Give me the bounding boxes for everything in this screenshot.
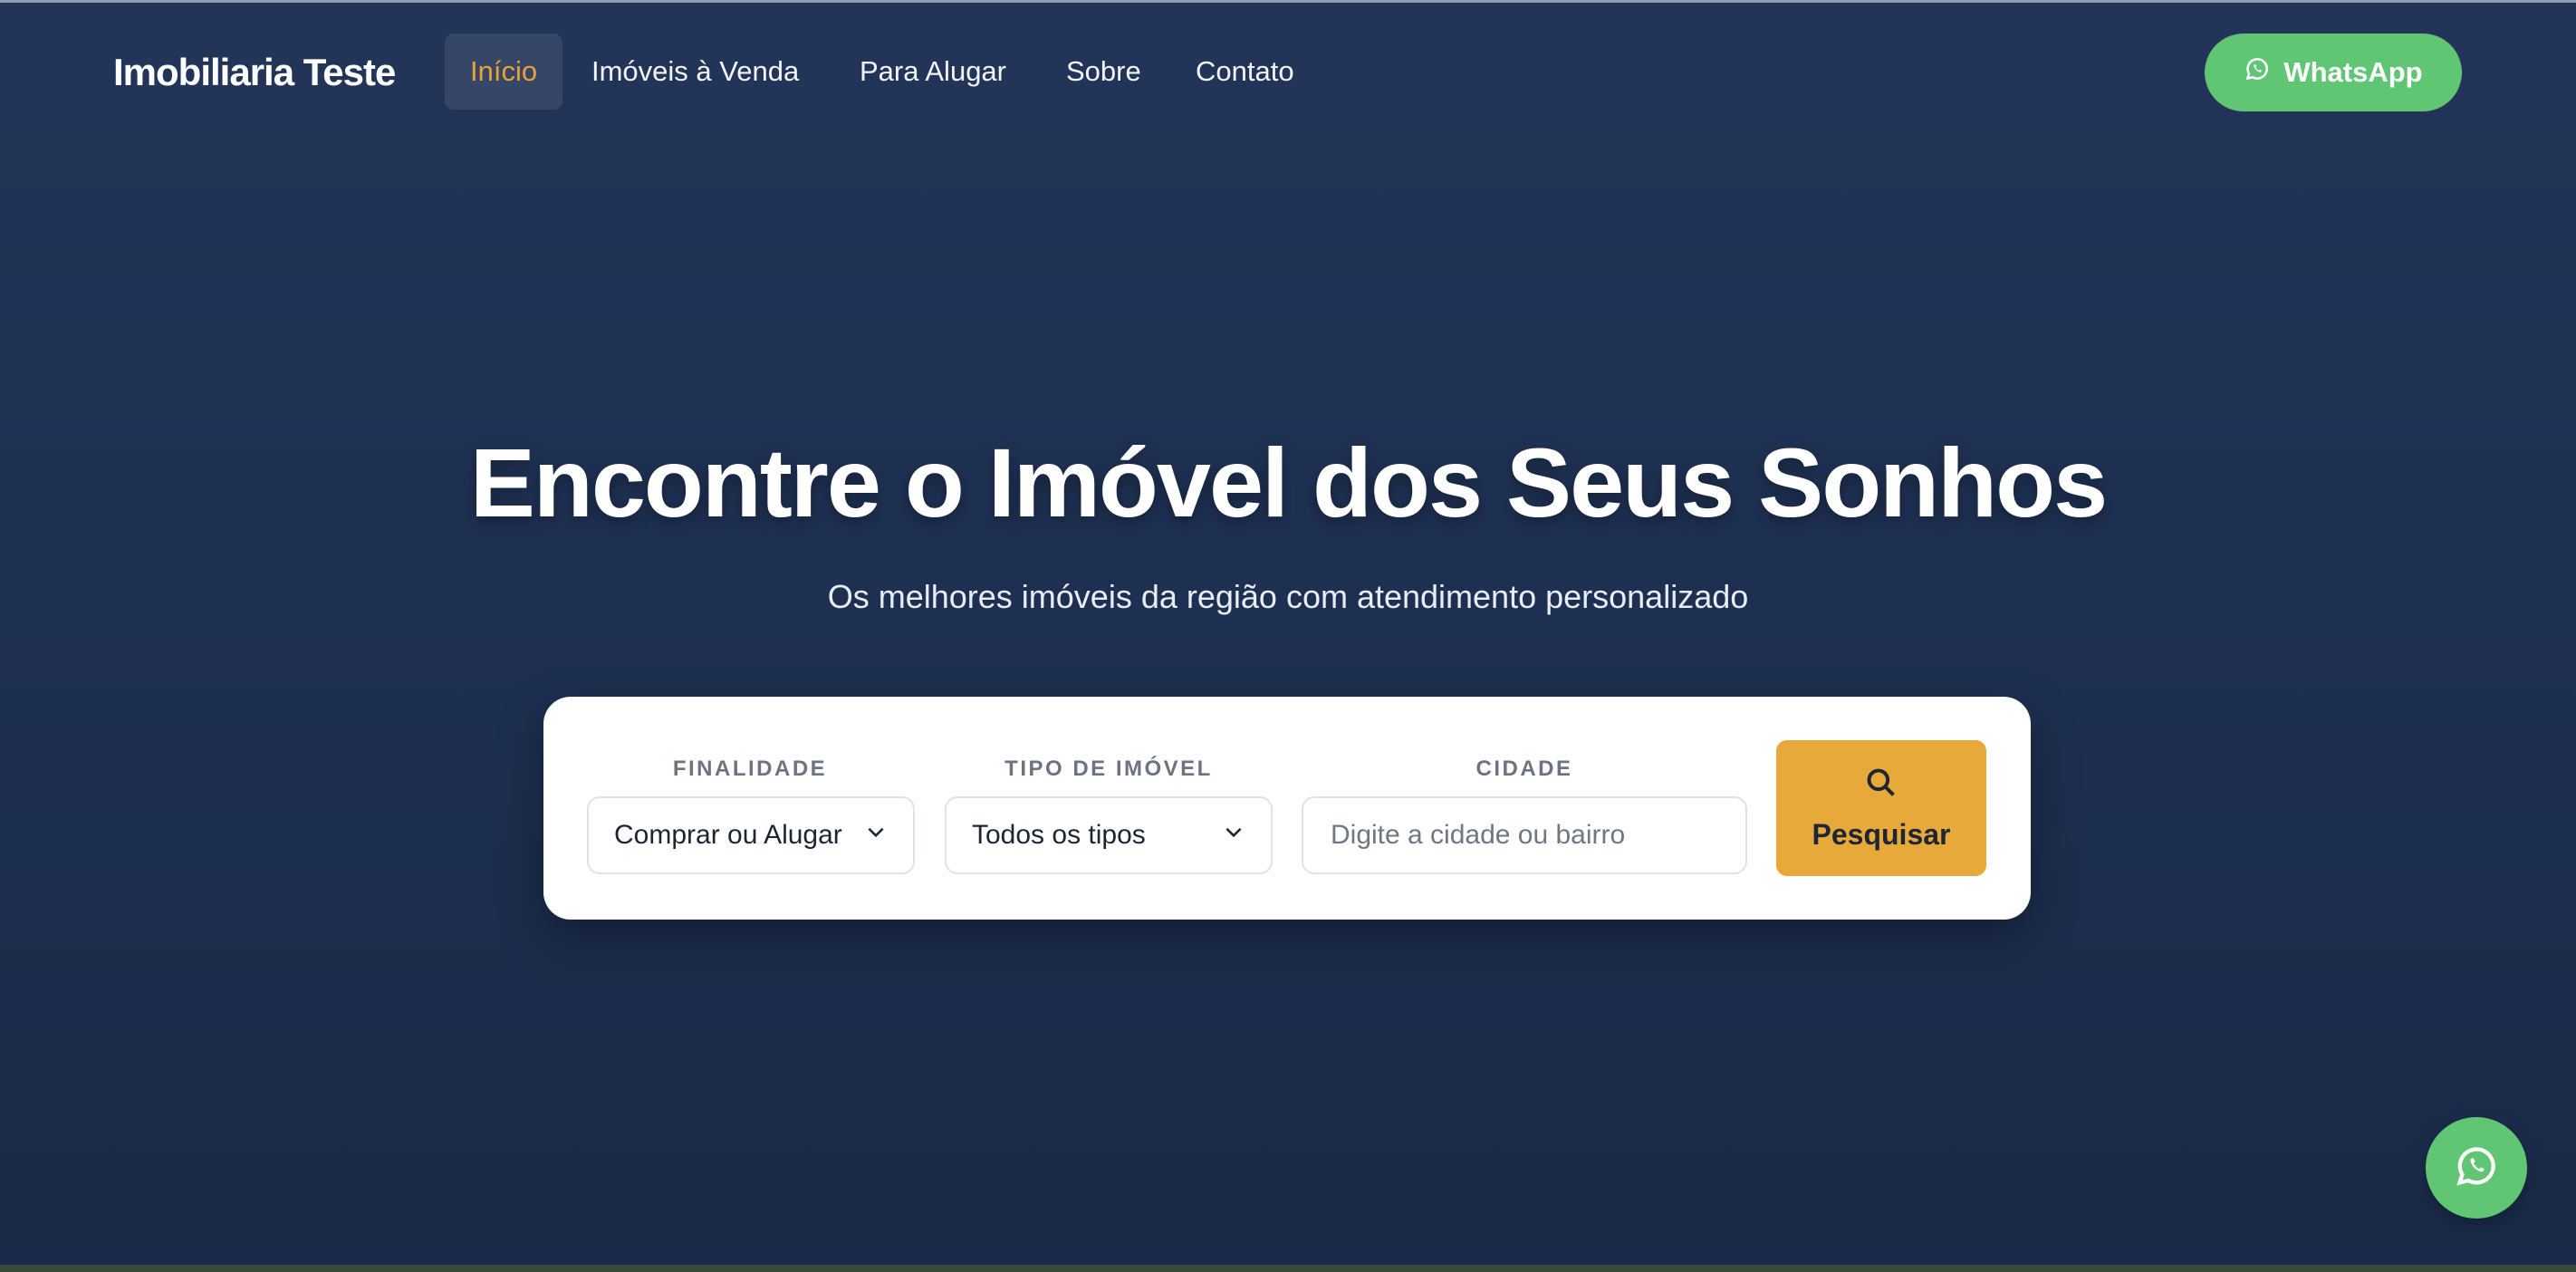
cidade-label: CIDADE bbox=[1475, 756, 1573, 781]
search-button[interactable]: Pesquisar bbox=[1776, 740, 1986, 876]
hero-subtitle: Os melhores imóveis da região com atendi… bbox=[827, 578, 1749, 615]
page-bottom-edge bbox=[0, 1265, 2576, 1272]
brand-logo[interactable]: Imobiliaria Teste bbox=[113, 51, 396, 94]
nav-link-imoveis-venda[interactable]: Imóveis à Venda bbox=[591, 34, 799, 110]
nav-link-inicio[interactable]: Início bbox=[445, 34, 563, 110]
chevron-down-icon bbox=[864, 820, 888, 851]
finalidade-select[interactable]: Comprar ou Alugar bbox=[587, 796, 915, 874]
nav-link-sobre[interactable]: Sobre bbox=[1066, 34, 1141, 110]
cidade-input[interactable]: Digite a cidade ou bairro bbox=[1302, 796, 1747, 874]
whatsapp-button-label: WhatsApp bbox=[2283, 56, 2423, 88]
whatsapp-icon bbox=[2453, 1142, 2500, 1194]
whatsapp-button[interactable]: WhatsApp bbox=[2205, 34, 2462, 111]
nav-link-para-alugar[interactable]: Para Alugar bbox=[860, 34, 1006, 110]
search-form: FINALIDADE Comprar ou Alugar TIPO DE IMÓ… bbox=[543, 697, 2031, 920]
site-header: Imobiliaria Teste Início Imóveis à Venda… bbox=[0, 0, 2576, 145]
tipo-imovel-label: TIPO DE IMÓVEL bbox=[1004, 756, 1213, 781]
chevron-down-icon bbox=[1222, 820, 1245, 851]
finalidade-value: Comprar ou Alugar bbox=[614, 820, 842, 850]
tipo-imovel-value: Todos os tipos bbox=[972, 820, 1146, 850]
nav-link-contato[interactable]: Contato bbox=[1196, 34, 1294, 110]
search-icon bbox=[1864, 766, 1898, 807]
search-button-label: Pesquisar bbox=[1812, 817, 1951, 851]
cidade-placeholder: Digite a cidade ou bairro bbox=[1331, 820, 1626, 850]
tipo-imovel-select[interactable]: Todos os tipos bbox=[945, 796, 1273, 874]
finalidade-label: FINALIDADE bbox=[672, 756, 828, 781]
whatsapp-icon bbox=[2244, 55, 2271, 90]
hero-title: Encontre o Imóvel dos Seus Sonhos bbox=[469, 428, 2108, 537]
whatsapp-floating-button[interactable] bbox=[2426, 1117, 2527, 1219]
